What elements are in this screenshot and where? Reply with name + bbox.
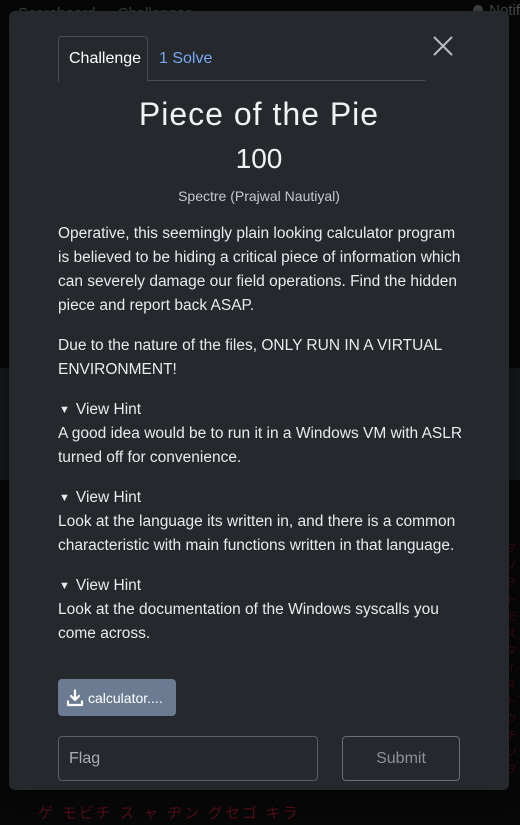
hint-toggle-label: View Hint	[75, 401, 142, 418]
flag-input[interactable]	[58, 736, 318, 781]
hint-toggle-label: View Hint	[75, 577, 142, 594]
triangle-down-icon: ▼	[59, 580, 70, 592]
challenge-description: Operative, this seemingly plain looking …	[58, 222, 468, 662]
hint-toggle[interactable]: ▼ View Hint	[58, 398, 468, 422]
challenge-modal: Challenge 1 Solve Piece of the Pie 100 S…	[9, 11, 509, 790]
hint-3: ▼ View Hint Look at the documentation of…	[58, 574, 468, 646]
download-file-label: calculator....	[88, 689, 163, 706]
modal-tabs: Challenge 1 Solve	[58, 36, 425, 82]
challenge-author: Spectre (Prajwal Nautiyal)	[178, 188, 340, 204]
download-file-button[interactable]: calculator....	[58, 679, 176, 716]
challenge-title: Piece of the Pie	[138, 96, 380, 132]
triangle-down-icon: ▼	[59, 404, 70, 416]
hint-text: Look at the language its written in, and…	[58, 513, 456, 554]
description-paragraph: Due to the nature of the files, ONLY RUN…	[58, 337, 442, 378]
triangle-down-icon: ▼	[59, 492, 70, 504]
download-icon	[66, 688, 84, 706]
hint-text: Look at the documentation of the Windows…	[58, 601, 439, 642]
hint-toggle-label: View Hint	[75, 489, 142, 506]
submit-button[interactable]: Submit	[342, 736, 460, 781]
challenge-points: 100	[235, 143, 283, 174]
description-paragraph: Operative, this seemingly plain looking …	[58, 225, 461, 314]
hint-1: ▼ View Hint A good idea would be to run …	[58, 398, 468, 470]
hint-toggle[interactable]: ▼ View Hint	[58, 486, 468, 510]
hint-2: ▼ View Hint Look at the language its wri…	[58, 486, 468, 558]
close-icon[interactable]	[432, 35, 454, 57]
tab-solves[interactable]: 1 Solve	[149, 36, 222, 81]
tab-challenge[interactable]: Challenge	[58, 36, 148, 82]
hint-text: A good idea would be to run it in a Wind…	[58, 425, 463, 466]
hint-toggle[interactable]: ▼ View Hint	[58, 574, 468, 598]
